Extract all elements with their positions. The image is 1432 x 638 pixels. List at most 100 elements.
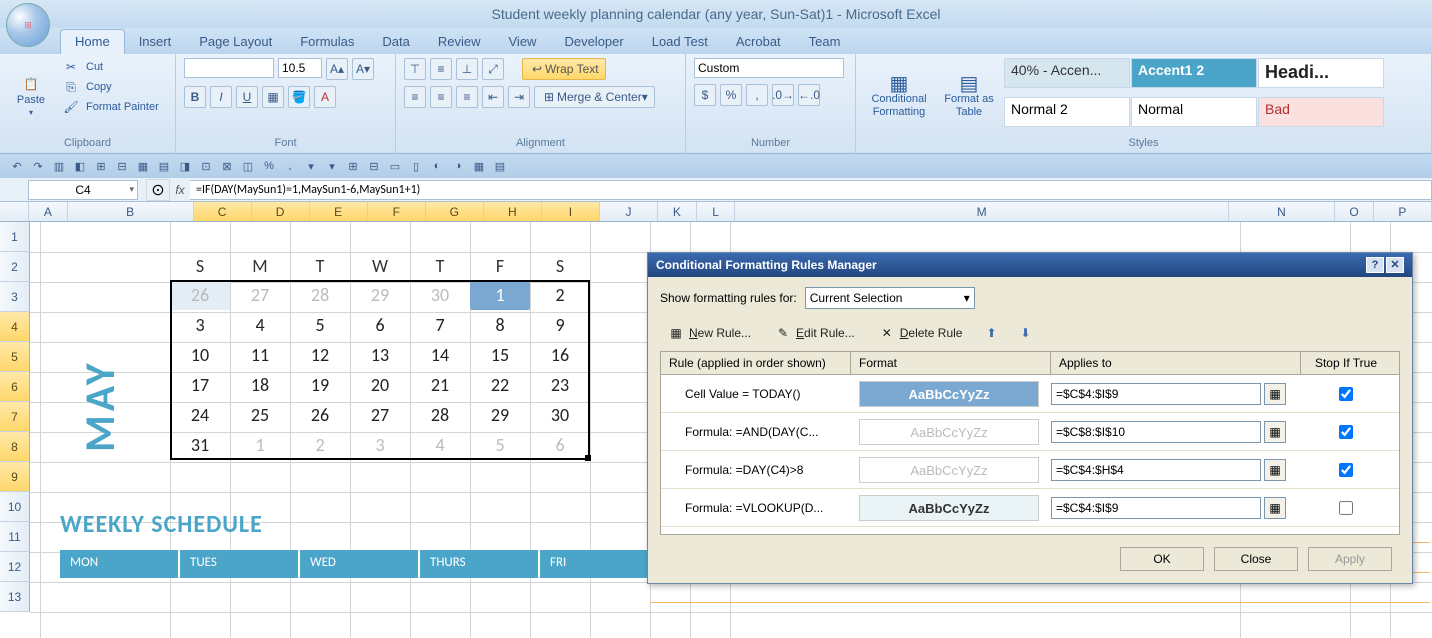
calendar-cell[interactable]: 30 [530,400,590,430]
format-painter-button[interactable]: 🖌Format Painter [60,98,165,116]
style-cell[interactable]: Bad [1258,97,1384,127]
calendar-cell[interactable]: 21 [410,370,470,400]
col-header[interactable]: H [484,202,542,221]
row-header[interactable]: 10 [0,492,30,522]
format-as-table-button[interactable]: ▤ Format as Table [940,58,998,135]
col-header[interactable]: L [697,202,736,221]
style-cell[interactable]: Accent1 2 [1131,58,1257,88]
apply-button[interactable]: Apply [1308,547,1392,571]
percent-button[interactable]: % [720,84,742,106]
calendar-cell[interactable]: 20 [350,370,410,400]
calendar-cell[interactable]: 30 [410,280,470,310]
range-picker-button[interactable]: ▦ [1264,383,1286,405]
calendar-cell[interactable]: 3 [350,430,410,460]
style-cell[interactable]: Normal 2 [1004,97,1130,127]
select-all-corner[interactable] [0,202,29,221]
cut-button[interactable]: ✂Cut [60,58,165,76]
calendar-cell[interactable]: 23 [530,370,590,400]
dec-decimal-button[interactable]: ←.0 [798,84,820,106]
col-header[interactable]: E [310,202,368,221]
calendar-cell[interactable]: 9 [530,310,590,340]
applies-to-input[interactable] [1051,497,1261,519]
border-button[interactable]: ▦ [262,86,284,108]
conditional-formatting-button[interactable]: ▦ Conditional Formatting [864,58,934,135]
name-box[interactable]: C4 [28,180,138,200]
fill-color-button[interactable]: 🪣 [288,86,310,108]
indent-inc-button[interactable]: ⇥ [508,86,530,108]
cell-styles-gallery[interactable]: 40% - Accen...Accent1 2Headi...Normal 2N… [1004,58,1394,135]
rules-list[interactable]: Cell Value = TODAY()AaBbCcYyZz▦Formula: … [660,375,1400,535]
calendar-cell[interactable]: 6 [530,430,590,460]
tab-insert[interactable]: Insert [125,30,186,54]
row-header[interactable]: 8 [0,432,30,462]
align-left-button[interactable]: ≡ [404,86,426,108]
comma-button[interactable]: , [746,84,768,106]
calendar-cell[interactable]: 16 [530,340,590,370]
office-button[interactable]: ⊞ [0,0,56,56]
calendar-cell[interactable]: 15 [470,340,530,370]
col-header[interactable]: F [368,202,426,221]
calendar-cell[interactable]: 22 [470,370,530,400]
move-down-button[interactable]: ⬇ [1021,326,1031,340]
calendar-cell[interactable]: 28 [410,400,470,430]
tab-load-test[interactable]: Load Test [638,30,722,54]
calendar-cell[interactable]: 6 [350,310,410,340]
calendar-cell[interactable]: 8 [470,310,530,340]
fx-button[interactable]: fx [170,183,190,197]
tab-review[interactable]: Review [424,30,495,54]
delete-rule-button[interactable]: ✕Delete Rule [879,325,963,341]
calendar-cell[interactable]: 13 [350,340,410,370]
calendar-cell[interactable]: 26 [290,400,350,430]
style-cell[interactable]: Normal [1131,97,1257,127]
tab-data[interactable]: Data [368,30,423,54]
row-header[interactable]: 11 [0,522,30,552]
font-color-button[interactable]: A [314,86,336,108]
calendar-cell[interactable]: 29 [470,400,530,430]
align-right-button[interactable]: ≡ [456,86,478,108]
applies-to-input[interactable] [1051,459,1261,481]
rule-row[interactable]: Formula: =AND(DAY(C...AaBbCcYyZz▦ [661,413,1399,451]
rule-row[interactable]: Formula: =VLOOKUP(D...AaBbCcYyZz▦ [661,489,1399,527]
calendar-cell[interactable]: 5 [470,430,530,460]
range-picker-button[interactable]: ▦ [1264,497,1286,519]
calendar-cell[interactable]: 27 [350,400,410,430]
calendar-cell[interactable]: 29 [350,280,410,310]
paste-button[interactable]: 📋 Paste▾ [8,58,54,135]
number-format-combo[interactable]: Custom [694,58,844,78]
col-header[interactable]: N [1229,202,1335,221]
font-family-combo[interactable] [184,58,274,78]
calendar-cell[interactable]: 2 [530,280,590,310]
col-header[interactable]: B [68,202,194,221]
style-cell[interactable]: Headi... [1258,58,1384,88]
col-header[interactable]: I [542,202,600,221]
col-header[interactable]: A [29,202,68,221]
row-header[interactable]: 3 [0,282,30,312]
tab-acrobat[interactable]: Acrobat [722,30,795,54]
align-middle-button[interactable]: ≡ [430,58,452,80]
merge-center-button[interactable]: ⊞Merge & Center ▾ [534,86,655,108]
col-header[interactable]: M [735,202,1228,221]
dialog-titlebar[interactable]: Conditional Formatting Rules Manager ? ✕ [648,253,1412,277]
calendar-cell[interactable]: 19 [290,370,350,400]
applies-to-input[interactable] [1051,383,1261,405]
calendar-cell[interactable]: 31 [170,430,230,460]
row-header[interactable]: 4 [0,312,30,342]
close-button[interactable]: Close [1214,547,1298,571]
tab-view[interactable]: View [495,30,551,54]
tab-developer[interactable]: Developer [550,30,637,54]
range-picker-button[interactable]: ▦ [1264,421,1286,443]
inc-decimal-button[interactable]: .0→ [772,84,794,106]
row-header[interactable]: 2 [0,252,30,282]
calendar-cell[interactable]: 18 [230,370,290,400]
calendar-cell[interactable]: 27 [230,280,290,310]
indent-dec-button[interactable]: ⇤ [482,86,504,108]
calendar-cell[interactable]: 1 [470,280,530,310]
bold-button[interactable]: B [184,86,206,108]
rule-row[interactable]: Cell Value = TODAY()AaBbCcYyZz▦ [661,375,1399,413]
edit-rule-button[interactable]: ✎Edit Rule... [775,325,855,341]
row-header[interactable]: 1 [0,222,30,252]
help-button[interactable]: ? [1366,257,1384,273]
show-rules-for-select[interactable]: Current Selection▾ [805,287,975,309]
formula-input[interactable]: =IF(DAY(MaySun1)=1,MaySun1-6,MaySun1+1) [190,180,1432,200]
col-header[interactable]: P [1374,202,1432,221]
